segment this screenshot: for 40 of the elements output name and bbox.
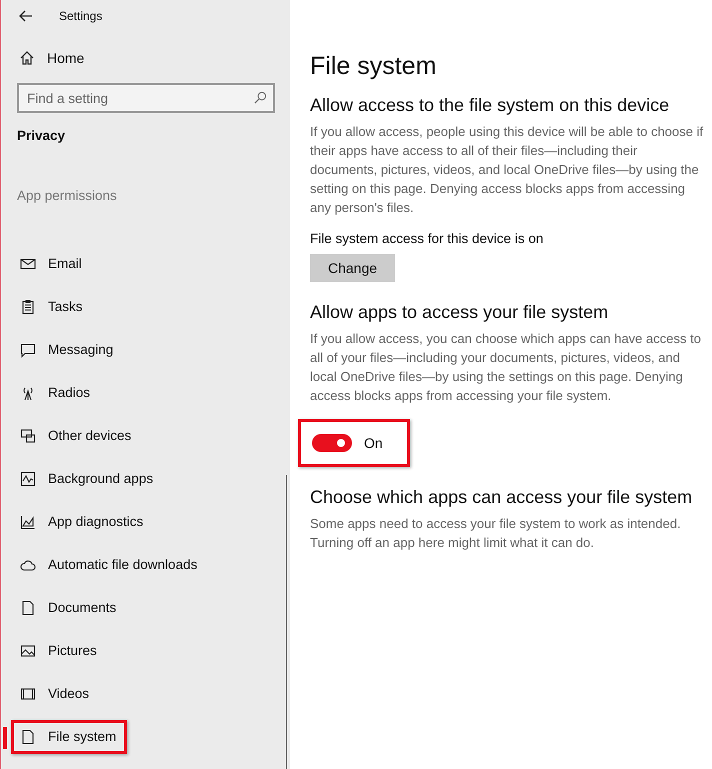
back-arrow-icon[interactable] <box>19 10 33 22</box>
nav-item[interactable]: Videos <box>11 676 100 710</box>
section-description: If you allow access, people using this device will be able to choose if their apps have access to all of their files—including their documents, pictures, videos, and local OneDrive files—by using the setting on this page. Denying access blocks apps from accessing any person's files. <box>310 123 704 217</box>
section-description: Some apps need to access your file system to work as intended. Turning off an app here might limit what it can do. <box>310 515 682 552</box>
category-heading: Privacy <box>17 128 66 143</box>
nav-item[interactable]: Other devices <box>11 418 142 452</box>
window-title: Settings <box>59 9 102 23</box>
section-heading: Allow access to the file system on this device <box>310 95 670 116</box>
document-icon <box>20 728 36 744</box>
nav-item[interactable]: File system <box>11 720 128 754</box>
section-heading: Allow apps to access your file system <box>310 302 610 323</box>
house-icon <box>19 50 35 66</box>
toggle-switch[interactable] <box>312 434 352 452</box>
nav-item[interactable]: App diagnostics <box>11 504 154 538</box>
search-icon <box>254 91 267 104</box>
nav-item[interactable]: Messaging <box>11 332 124 366</box>
nav-item[interactable]: Background apps <box>11 462 164 496</box>
home-link[interactable]: Home <box>19 50 99 66</box>
clipboard-icon <box>20 298 36 314</box>
change-button[interactable]: Change <box>310 254 396 282</box>
nav-item[interactable]: Automatic file downloads <box>11 548 208 582</box>
nav-item[interactable]: Pictures <box>11 634 108 668</box>
picture-icon <box>20 642 36 658</box>
group-heading: App permissions <box>17 188 118 203</box>
toggle-label: On <box>364 435 383 451</box>
search-field[interactable]: Find a setting <box>17 83 275 113</box>
nav-item[interactable]: Tasks <box>11 290 94 324</box>
nav-item[interactable]: Radios <box>11 376 102 410</box>
devices-icon <box>20 428 36 444</box>
section-heading: Choose which apps can access your file system <box>310 487 694 508</box>
document-icon <box>20 600 36 616</box>
nav-item[interactable]: Documents <box>11 590 128 624</box>
speech-bubble-icon <box>20 342 36 358</box>
activity-icon <box>20 470 36 486</box>
status-text: File system access for this device is on <box>310 231 544 246</box>
section-description: If you allow access, you can choose which apps can have access to all of your files—including your documents, pictures, videos, and local OneDrive files—by using the settings on this page. Denying access blocks apps from accessing your file system. <box>310 330 702 405</box>
page-title: File system <box>310 52 438 81</box>
nav-item[interactable]: Email <box>11 246 93 280</box>
chart-icon <box>20 514 36 530</box>
film-icon <box>20 686 36 702</box>
